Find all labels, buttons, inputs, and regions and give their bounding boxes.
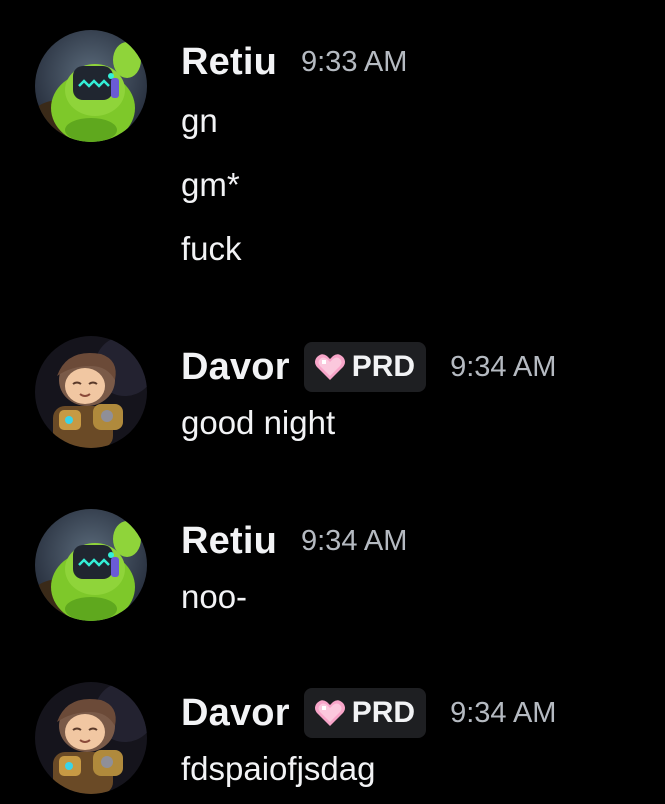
timestamp[interactable]: 9:34 AM — [301, 525, 407, 558]
pink-heart-icon — [314, 700, 345, 726]
username[interactable]: Davor — [181, 692, 290, 735]
username[interactable]: Davor — [181, 346, 290, 389]
timestamp[interactable]: 9:34 AM — [450, 697, 556, 730]
avatar[interactable] — [35, 30, 147, 142]
message-text: gn — [181, 102, 218, 139]
badge-label: PRD — [351, 350, 416, 383]
message-text: noo- — [181, 578, 248, 615]
green-creature-avatar-icon — [35, 509, 147, 621]
message-header: Retiu 9:33 AM — [181, 40, 407, 84]
message-header: Retiu 9:34 AM — [181, 519, 407, 563]
message-text: good night — [181, 404, 336, 441]
green-creature-avatar-icon — [35, 30, 147, 142]
role-badge[interactable]: PRD — [303, 342, 427, 392]
username[interactable]: Retiu — [181, 520, 277, 563]
anime-boy-avatar-icon — [35, 682, 147, 794]
timestamp[interactable]: 9:33 AM — [301, 46, 407, 79]
message-text: gm* — [181, 166, 240, 203]
role-badge[interactable]: PRD — [303, 688, 427, 738]
message-text: fuck — [181, 230, 242, 267]
anime-boy-avatar-icon — [35, 336, 147, 448]
pink-heart-icon — [314, 354, 345, 380]
message-text: fdspaiofjsdag — [181, 750, 376, 787]
message-header: Davor PRD 9:34 AM — [181, 342, 556, 392]
badge-label: PRD — [351, 696, 416, 729]
avatar[interactable] — [35, 509, 147, 621]
timestamp[interactable]: 9:34 AM — [450, 351, 556, 384]
avatar[interactable] — [35, 682, 147, 794]
message-header: Davor PRD 9:34 AM — [181, 688, 556, 738]
username[interactable]: Retiu — [181, 41, 277, 84]
avatar[interactable] — [35, 336, 147, 448]
